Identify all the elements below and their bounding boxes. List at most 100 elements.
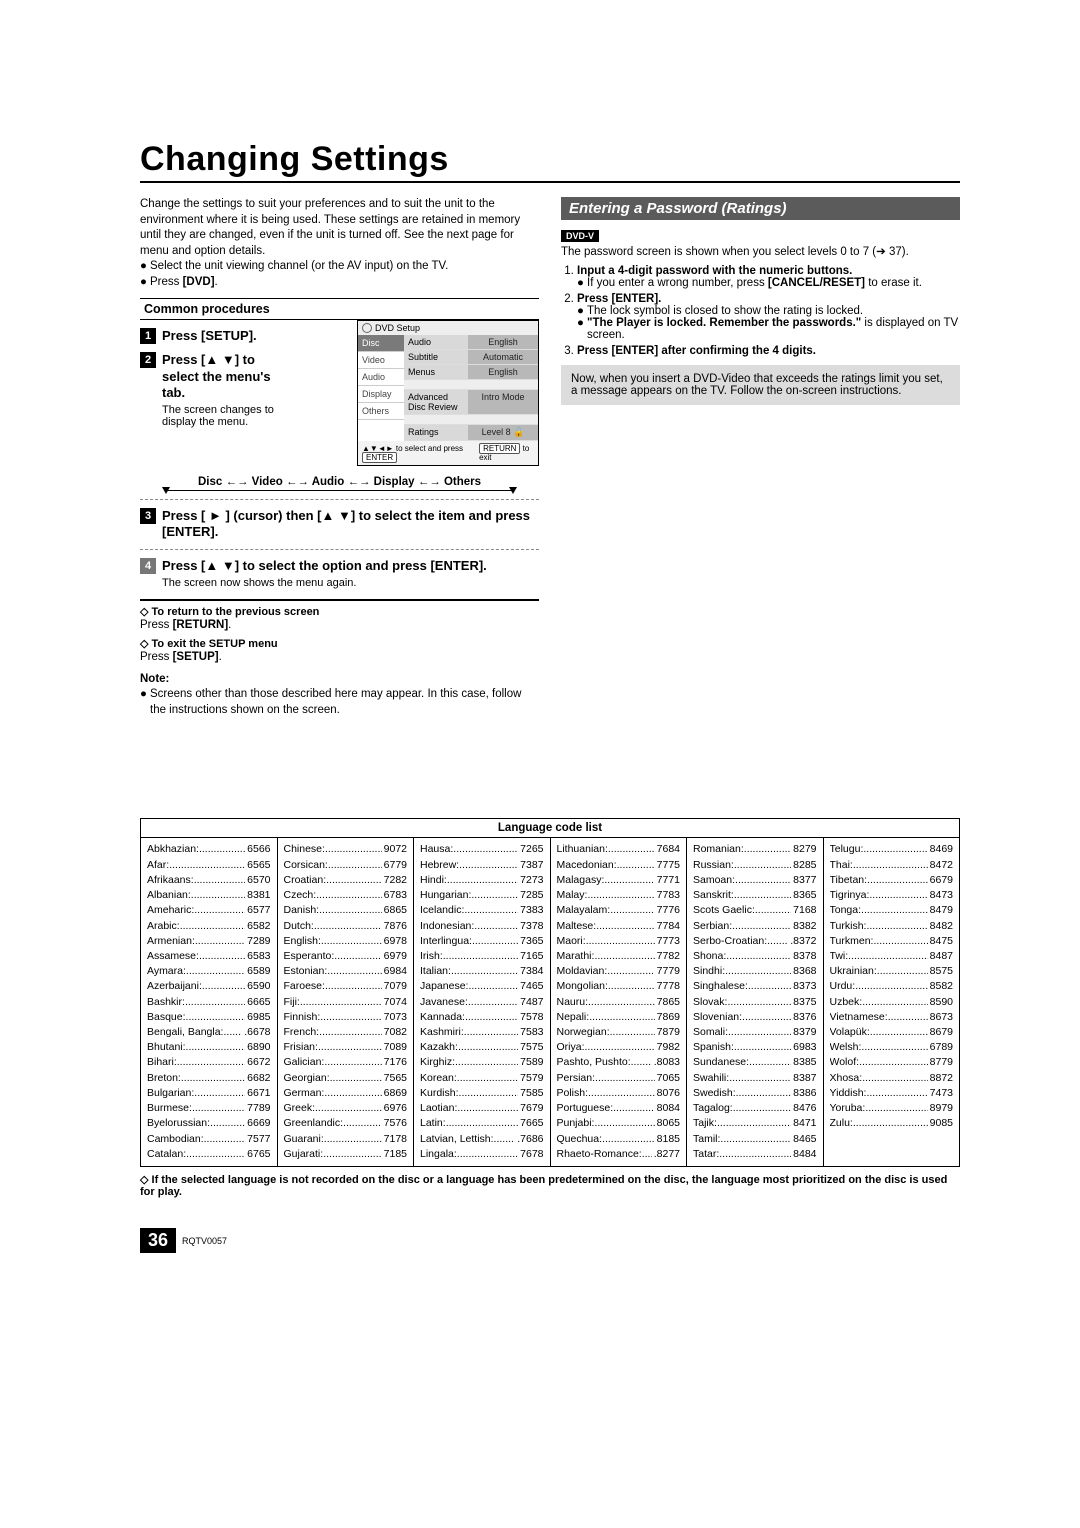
tv-tab: Disc <box>358 335 404 352</box>
language-row: Malayalam: 7776 <box>557 903 681 918</box>
t: . <box>228 619 231 631</box>
step-2-sub: The screen changes to display the menu. <box>162 404 280 428</box>
pw-step-1: Input a 4-digit password with the numeri… <box>577 265 852 277</box>
language-column: Telugu: 8469Thai: 8472Tibetan: 6679Tigri… <box>824 838 960 1166</box>
pw-step-2a: The lock symbol is closed to show the ra… <box>587 305 863 317</box>
language-row: Spanish: 6983 <box>693 1040 817 1055</box>
step-1: 1 Press [SETUP]. <box>140 328 280 344</box>
language-row: Twi: 8487 <box>830 949 954 964</box>
right-column: Entering a Password (Ratings) DVD-V The … <box>561 197 960 718</box>
language-row: Turkish: 8482 <box>830 919 954 934</box>
language-row: Maori: 7773 <box>557 934 681 949</box>
language-row: Arabic: 6582 <box>147 919 271 934</box>
step-4-sub: The screen now shows the menu again. <box>162 577 487 589</box>
tv-row: AudioEnglish <box>404 335 538 350</box>
language-row: Tatar: 8484 <box>693 1147 817 1162</box>
return-text: Press [RETURN]. <box>140 618 539 634</box>
language-row: Thai: 8472 <box>830 858 954 873</box>
tv-row <box>404 380 538 390</box>
pw-step-2b: "The Player is locked. Remember the pass… <box>587 317 960 341</box>
language-row: Corsican: 6779 <box>284 858 408 873</box>
t: Press <box>140 651 173 663</box>
language-row: Vietnamese: 8673 <box>830 1010 954 1025</box>
language-row: Somali: 8379 <box>693 1025 817 1040</box>
step-3: 3 Press [ ► ] (cursor) then [▲ ▼] to sel… <box>140 508 539 541</box>
step-4-text: Press [▲ ▼] to select the option and pre… <box>162 558 487 574</box>
tv-row <box>404 415 538 425</box>
tv-row: SubtitleAutomatic <box>404 350 538 365</box>
disc-icon <box>362 323 372 333</box>
language-row: Sanskrit: 8365 <box>693 888 817 903</box>
language-row: Serbo-Croatian: .8372 <box>693 934 817 949</box>
language-row: Catalan: 6765 <box>147 1147 271 1162</box>
language-row: Dutch: 7876 <box>284 919 408 934</box>
t: [CANCEL/RESET] <box>768 277 865 289</box>
language-row: Hausa: 7265 <box>420 842 544 857</box>
language-row: Kirghiz: 7589 <box>420 1055 544 1070</box>
intro-bullet-2: ● Press [DVD]. <box>140 275 539 291</box>
t: Press <box>150 276 183 288</box>
language-row: Singhalese: 8373 <box>693 979 817 994</box>
language-row: Shona: 8378 <box>693 949 817 964</box>
language-column: Hausa: 7265Hebrew: 7387Hindi: 7273Hungar… <box>414 838 551 1166</box>
language-row: Slovenian: 8376 <box>693 1010 817 1025</box>
language-row: Croatian: 7282 <box>284 873 408 888</box>
step-4: 4 Press [▲ ▼] to select the option and p… <box>140 558 539 589</box>
tv-row: RatingsLevel 8 🔓 <box>404 425 538 441</box>
step-3-text: Press [ ► ] (cursor) then [▲ ▼] to selec… <box>162 508 539 541</box>
language-row: Abkhazian: 6566 <box>147 842 271 857</box>
language-row: Afrikaans: 6570 <box>147 873 271 888</box>
language-row: Zulu: 9085 <box>830 1116 954 1131</box>
language-row: Ameharic: 6577 <box>147 903 271 918</box>
note-heading: Note: <box>140 672 539 688</box>
tv-title: DVD Setup <box>375 323 420 333</box>
language-row: Swedish: 8386 <box>693 1086 817 1101</box>
language-row: Bhutani: 6890 <box>147 1040 271 1055</box>
language-row: Gujarati: 7185 <box>284 1147 408 1162</box>
tab-nav-chain: Disc ←→ Video ←→ Audio ←→ Display ←→ Oth… <box>140 476 539 488</box>
language-footnote: If the selected language is not recorded… <box>140 1173 960 1198</box>
language-row: Polish: 8076 <box>557 1086 681 1101</box>
ratings-note-box: Now, when you insert a DVD-Video that ex… <box>561 365 960 405</box>
pw-step-2: Press [ENTER]. <box>577 293 661 305</box>
language-row: Portuguese: 8084 <box>557 1101 681 1116</box>
language-row: Czech: 6783 <box>284 888 408 903</box>
language-row: Kashmiri: 7583 <box>420 1025 544 1040</box>
language-row: English: 6978 <box>284 934 408 949</box>
language-row: Afar: 6565 <box>147 858 271 873</box>
t: [RETURN] <box>173 619 229 631</box>
intro-bullet-1: ●Select the unit viewing channel (or the… <box>140 259 539 275</box>
left-column: Change the settings to suit your prefere… <box>140 197 539 718</box>
exit-text: Press [SETUP]. <box>140 650 539 666</box>
language-row: Wolof: 8779 <box>830 1055 954 1070</box>
dvd-v-badge: DVD-V <box>561 230 599 242</box>
language-row: Oriya: 7982 <box>557 1040 681 1055</box>
language-row: Sindhi: 8368 <box>693 964 817 979</box>
language-row: Galician: 7176 <box>284 1055 408 1070</box>
language-row: Guarani: 7178 <box>284 1132 408 1147</box>
language-column: Romanian: 8279Russian: 8285Samoan: 8377S… <box>687 838 824 1166</box>
language-row: Romanian: 8279 <box>693 842 817 857</box>
language-row: Greenlandic: 7576 <box>284 1116 408 1131</box>
language-row: Urdu: 8582 <box>830 979 954 994</box>
note-text: ●Screens other than those described here… <box>140 687 539 718</box>
language-row: Volapük: 8679 <box>830 1025 954 1040</box>
language-row: Breton: 6682 <box>147 1071 271 1086</box>
language-row: Tagalog: 8476 <box>693 1101 817 1116</box>
language-row: Bashkir: 6665 <box>147 995 271 1010</box>
language-row: Yoruba: 8979 <box>830 1101 954 1116</box>
onscreen-menu-illustration: DVD Setup DiscVideoAudioDisplayOthers Au… <box>357 320 539 466</box>
language-row: Rhaeto-Romance: .8277 <box>557 1147 681 1162</box>
language-row: Turkmen: 8475 <box>830 934 954 949</box>
language-row: Telugu: 8469 <box>830 842 954 857</box>
language-row: Laotian: 7679 <box>420 1101 544 1116</box>
intro-bullet-1-text: Select the unit viewing channel (or the … <box>150 259 448 275</box>
language-row: Icelandic: 7383 <box>420 903 544 918</box>
language-row: Georgian: 7565 <box>284 1071 408 1086</box>
language-row: Faroese: 7079 <box>284 979 408 994</box>
tv-tab: Others <box>358 403 404 420</box>
language-row: Tonga: 8479 <box>830 903 954 918</box>
language-row: Burmese: 7789 <box>147 1101 271 1116</box>
language-row: Assamese: 6583 <box>147 949 271 964</box>
language-code-section: Language code list Abkhazian: 6566Afar: … <box>140 818 960 1198</box>
